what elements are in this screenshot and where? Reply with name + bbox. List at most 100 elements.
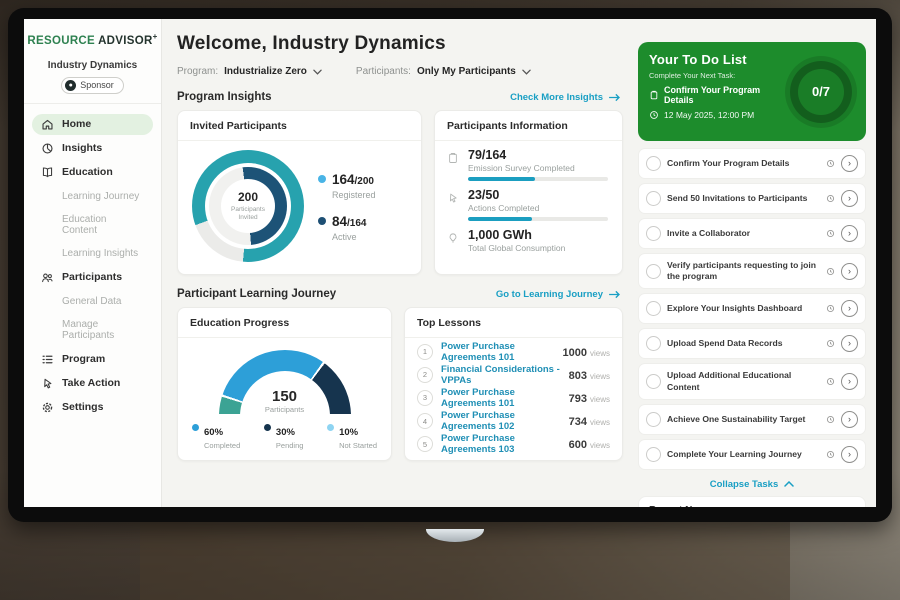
sidebar-nav: Home Insights Education Learning Journey…	[24, 103, 161, 418]
lesson-rank: 2	[417, 367, 433, 383]
todo-progress-value: 0/7	[812, 84, 830, 99]
todo-progress-ring: 0/7	[790, 61, 852, 123]
todo-next-task[interactable]: Confirm Your Program Details	[649, 85, 781, 105]
lesson-link[interactable]: Power Purchase Agreements 103	[441, 433, 561, 455]
sidebar-item-label: Program	[62, 353, 105, 365]
active-total: /164	[347, 218, 366, 229]
task-open-chevron[interactable]: ›	[841, 190, 858, 207]
arrow-right-icon	[608, 290, 621, 299]
not-started-label: Not Started	[339, 441, 377, 450]
chevron-down-icon	[522, 69, 531, 75]
gauge-legend: 60% Completed 30% Pending 10% Not Starte…	[178, 414, 391, 450]
organization-name: Industry Dynamics	[24, 60, 161, 71]
recent-news-title: Recent News	[649, 505, 711, 507]
legend-not-started: 10% Not Started	[327, 422, 377, 450]
global-consumption-value: 1,000 GWh	[468, 228, 608, 242]
book-icon	[41, 166, 54, 179]
sponsor-badge-icon: ●	[65, 80, 76, 91]
participants-filter-value: Only My Participants	[417, 66, 516, 77]
gear-icon	[41, 401, 54, 414]
chevron-down-icon	[313, 69, 322, 75]
task-open-chevron[interactable]: ›	[841, 446, 858, 463]
gauge-center-value: 150	[219, 388, 351, 405]
sidebar-item-take-action[interactable]: Take Action	[32, 373, 153, 394]
task-open-chevron[interactable]: ›	[841, 263, 858, 280]
lesson-rank: 3	[417, 390, 433, 406]
task-open-chevron[interactable]: ›	[841, 373, 858, 390]
task-checkbox[interactable]	[646, 336, 661, 351]
task-checkbox[interactable]	[646, 301, 661, 316]
lesson-link[interactable]: Power Purchase Agreements 102	[441, 410, 561, 432]
task-open-chevron[interactable]: ›	[841, 155, 858, 172]
task-checkbox[interactable]	[646, 412, 661, 427]
check-more-insights-link[interactable]: Check More Insights	[510, 92, 621, 103]
task-row-confirm-program: Confirm Your Program Details ›	[638, 148, 866, 179]
program-filter-label: Program:	[177, 66, 218, 77]
task-row-upload-spend-data: Upload Spend Data Records ›	[638, 328, 866, 359]
task-checkbox[interactable]	[646, 374, 661, 389]
sidebar-item-learning-insights[interactable]: Learning Insights	[32, 244, 153, 263]
learning-cards-row: Education Progress 150 Participants	[177, 307, 623, 461]
legend-registered: 164/200 Registered	[318, 171, 376, 200]
go-to-learning-journey-link[interactable]: Go to Learning Journey	[496, 289, 621, 300]
sponsor-badge-label: Sponsor	[80, 80, 114, 90]
legend-dot-pending	[264, 424, 271, 431]
lesson-row: 1 Power Purchase Agreements 101 1000view…	[417, 341, 610, 363]
app-logo: RESOURCE ADVISOR+	[24, 32, 161, 47]
sidebar-item-insights[interactable]: Insights	[32, 138, 153, 159]
stat-global-consumption: 1,000 GWh Total Global Consumption	[435, 221, 622, 257]
cursor-action-icon	[41, 377, 54, 390]
lesson-views: 600	[569, 439, 587, 451]
task-checkbox[interactable]	[646, 264, 661, 279]
sidebar-item-general-data[interactable]: General Data	[32, 292, 153, 311]
invited-participants-donut-chart: 200 Participants Invited	[192, 150, 304, 262]
task-checkbox[interactable]	[646, 156, 661, 171]
task-checkbox[interactable]	[646, 191, 661, 206]
program-filter[interactable]: Program: Industrialize Zero	[177, 66, 322, 77]
sidebar-item-settings[interactable]: Settings	[32, 397, 153, 418]
collapse-tasks-link[interactable]: Collapse Tasks	[638, 474, 866, 496]
lesson-link[interactable]: Financial Considerations - VPPAs	[441, 364, 561, 386]
sidebar-item-education-content[interactable]: Education Content	[32, 210, 153, 240]
task-checkbox[interactable]	[646, 226, 661, 241]
active-label: Active	[332, 232, 367, 242]
actions-completed-label: Actions Completed	[468, 203, 608, 213]
task-label: Explore Your Insights Dashboard	[667, 303, 820, 314]
sidebar-item-program[interactable]: Program	[32, 349, 153, 370]
chevron-up-icon	[784, 481, 794, 487]
donut-center: 200 Participants Invited	[221, 179, 275, 233]
sidebar-item-home[interactable]: Home	[32, 114, 153, 135]
page-title: Welcome, Industry Dynamics	[177, 33, 623, 55]
lesson-link[interactable]: Power Purchase Agreements 101	[441, 387, 561, 409]
task-open-chevron[interactable]: ›	[841, 300, 858, 317]
clock-icon	[826, 450, 835, 459]
participants-filter[interactable]: Participants: Only My Participants	[356, 66, 531, 77]
lesson-link[interactable]: Power Purchase Agreements 101	[441, 341, 555, 363]
sidebar-item-learning-journey[interactable]: Learning Journey	[32, 187, 153, 206]
registered-label: Registered	[332, 190, 376, 200]
task-open-chevron[interactable]: ›	[841, 335, 858, 352]
donut-center-value: 200	[238, 190, 258, 204]
sidebar-item-manage-participants[interactable]: Manage Participants	[32, 315, 153, 345]
emission-survey-value: 79/164	[468, 148, 608, 162]
lesson-row: 5 Power Purchase Agreements 103 600views	[417, 433, 610, 455]
task-row-complete-learning-journey: Complete Your Learning Journey ›	[638, 439, 866, 470]
sidebar-item-participants[interactable]: Participants	[32, 267, 153, 288]
go-to-learning-journey-label: Go to Learning Journey	[496, 289, 603, 300]
sidebar-item-label: Home	[62, 118, 91, 130]
sponsor-badge[interactable]: ● Sponsor	[61, 77, 124, 94]
sidebar-item-education[interactable]: Education	[32, 162, 153, 183]
todo-subtitle: Complete Your Next Task:	[649, 71, 781, 80]
emission-survey-progressbar	[468, 177, 608, 181]
views-suffix: views	[590, 372, 610, 381]
pending-label: Pending	[276, 441, 304, 450]
lesson-row: 4 Power Purchase Agreements 102 734views	[417, 410, 610, 432]
task-open-chevron[interactable]: ›	[841, 411, 858, 428]
people-icon	[41, 271, 54, 284]
gauge-center-label: Participants	[219, 405, 351, 414]
global-consumption-label: Total Global Consumption	[468, 243, 608, 253]
task-checkbox[interactable]	[646, 447, 661, 462]
task-open-chevron[interactable]: ›	[841, 225, 858, 242]
donut-center-label: Participants Invited	[226, 206, 270, 223]
actions-completed-progress-fill	[468, 217, 532, 221]
